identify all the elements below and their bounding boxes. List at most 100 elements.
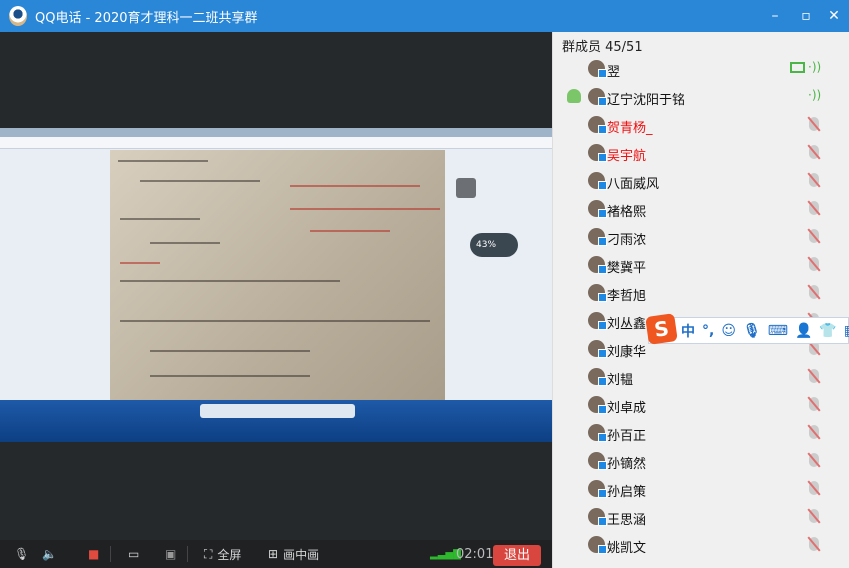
pip-button[interactable]: ⊞ 画中画: [268, 540, 319, 568]
camera-off-icon: ■: [88, 547, 100, 561]
speaking-icon: ·)): [808, 60, 822, 74]
share-screen-button[interactable]: ▭: [128, 540, 139, 568]
ime-toolbar: S 中 °, ☺ 🎙 ⌨ 👤 👕 ▦: [645, 313, 849, 345]
member-row[interactable]: 刁雨浓: [553, 223, 849, 251]
screen-share-icon: ▭: [128, 547, 140, 561]
avatar: [588, 340, 607, 358]
member-name: 刘康华: [607, 345, 647, 360]
member-row[interactable]: 褚格熙: [553, 195, 849, 223]
member-name: 李哲旭: [607, 289, 647, 304]
member-name: 吴宇航: [607, 149, 647, 164]
shared-window-menubar: [0, 137, 552, 149]
mic-muted-icon: [809, 285, 819, 299]
pip-label: 画中画: [283, 547, 320, 562]
skin-icon[interactable]: 👕: [819, 323, 836, 339]
member-count: 群成员 45/51: [562, 40, 643, 55]
minimize-button[interactable]: –: [766, 7, 784, 25]
maximize-button[interactable]: ▫: [797, 7, 815, 25]
fullscreen-button[interactable]: ⛶ 全屏: [204, 540, 241, 568]
member-row[interactable]: 孙启策: [553, 475, 849, 503]
screen-sharing-icon: [790, 62, 805, 73]
call-toolbar: 🎙 🔈 ■ ▭ ▣ ⛶ 全屏 ⊞ 画中画 ▂▃▅▇ 02:01 退出: [0, 540, 552, 568]
avatar: [588, 312, 607, 330]
member-name: 孙启策: [607, 485, 647, 500]
member-row[interactable]: 李哲旭: [553, 279, 849, 307]
shared-screen: 43%: [0, 128, 552, 442]
sogou-logo-icon[interactable]: S: [645, 313, 678, 345]
title-bar: QQ电话 - 2020育才理科一二班共享群 – ▫ ✕: [0, 0, 849, 32]
avatar: [588, 228, 607, 246]
avatar: [588, 368, 607, 386]
avatar: [588, 172, 607, 190]
member-name: 刘丛鑫: [607, 317, 647, 332]
member-name: 贺青杨_: [607, 121, 653, 136]
emoji-icon[interactable]: ☺: [721, 323, 736, 339]
avatar: [588, 480, 607, 498]
mic-muted-icon: [809, 173, 819, 187]
mic-muted-icon: [809, 397, 819, 411]
member-row[interactable]: 孙镝然: [553, 447, 849, 475]
ime-punct[interactable]: °,: [702, 323, 714, 339]
avatar: [588, 60, 607, 78]
member-name: 樊冀平: [607, 261, 647, 276]
grid-icon[interactable]: ▦: [844, 323, 849, 339]
avatar: [588, 284, 607, 302]
shared-notes-image: [110, 150, 445, 400]
mic-muted-icon: [809, 453, 819, 467]
member-name: 孙镝然: [607, 457, 647, 472]
member-name: 刁雨浓: [607, 233, 647, 248]
keyboard-icon[interactable]: ⌨: [768, 323, 788, 339]
mic-muted-icon: [809, 509, 819, 523]
fullscreen-icon: ⛶: [204, 546, 213, 561]
member-name: 褚格熙: [607, 205, 647, 220]
network-badge: 43%: [470, 233, 518, 257]
member-row[interactable]: 辽宁沈阳于铭 ·)): [553, 83, 849, 111]
mic-muted-icon: [809, 425, 819, 439]
avatar: [588, 144, 607, 162]
member-row[interactable]: 刘卓成: [553, 391, 849, 419]
presentation-icon: ▣: [165, 547, 177, 561]
call-timer: 02:01: [456, 546, 494, 562]
member-row[interactable]: 樊冀平: [553, 251, 849, 279]
video-area: 43%: [0, 32, 552, 540]
speaker-icon: 🔈: [42, 547, 57, 561]
member-name: 翌: [607, 65, 621, 80]
close-button[interactable]: ✕: [825, 7, 843, 25]
shield-icon: [456, 178, 476, 198]
speaker-button[interactable]: 🔈: [42, 540, 57, 568]
member-row[interactable]: 吴宇航: [553, 139, 849, 167]
member-panel: 群成员 45/51 翌 ·)) 辽宁沈阳于铭 ·)) 贺青杨_ 吴宇航 八面威风 褚格熙 刁雨浓…: [552, 32, 849, 568]
member-row[interactable]: 刘韫: [553, 363, 849, 391]
member-name: 王思涵: [607, 513, 647, 528]
ime-mode[interactable]: 中: [681, 321, 695, 341]
member-row[interactable]: 姚凯文: [553, 531, 849, 559]
member-row[interactable]: 王思涵: [553, 503, 849, 531]
mic-muted-icon: [809, 201, 819, 215]
avatar: [588, 452, 607, 470]
presentation-button[interactable]: ▣: [165, 540, 176, 568]
camera-button[interactable]: ■: [88, 540, 99, 568]
mic-muted-icon: [809, 229, 819, 243]
member-row[interactable]: 翌 ·)): [553, 55, 849, 83]
media-player-controls: [200, 404, 355, 418]
avatar: [588, 116, 607, 134]
window-title: QQ电话 - 2020育才理科一二班共享群: [35, 10, 258, 26]
member-row[interactable]: 贺青杨_: [553, 111, 849, 139]
member-row[interactable]: 孙百正: [553, 419, 849, 447]
qq-call-logo-icon: [9, 6, 27, 26]
member-row[interactable]: 八面威风: [553, 167, 849, 195]
avatar: [588, 200, 607, 218]
microphone-button[interactable]: 🎙: [14, 540, 29, 568]
mic-muted-icon: [809, 117, 819, 131]
pip-icon: ⊞: [268, 547, 279, 561]
member-name: 辽宁沈阳于铭: [607, 93, 686, 108]
member-name: 八面威风: [607, 177, 660, 192]
member-name: 刘韫: [607, 373, 634, 388]
avatar: [588, 256, 607, 274]
fullscreen-label: 全屏: [217, 547, 242, 562]
voice-icon[interactable]: 🎙: [743, 323, 761, 339]
host-icon: [567, 89, 581, 103]
exit-button[interactable]: 退出: [493, 545, 541, 566]
user-icon[interactable]: 👤: [795, 323, 812, 339]
avatar: [588, 508, 607, 526]
